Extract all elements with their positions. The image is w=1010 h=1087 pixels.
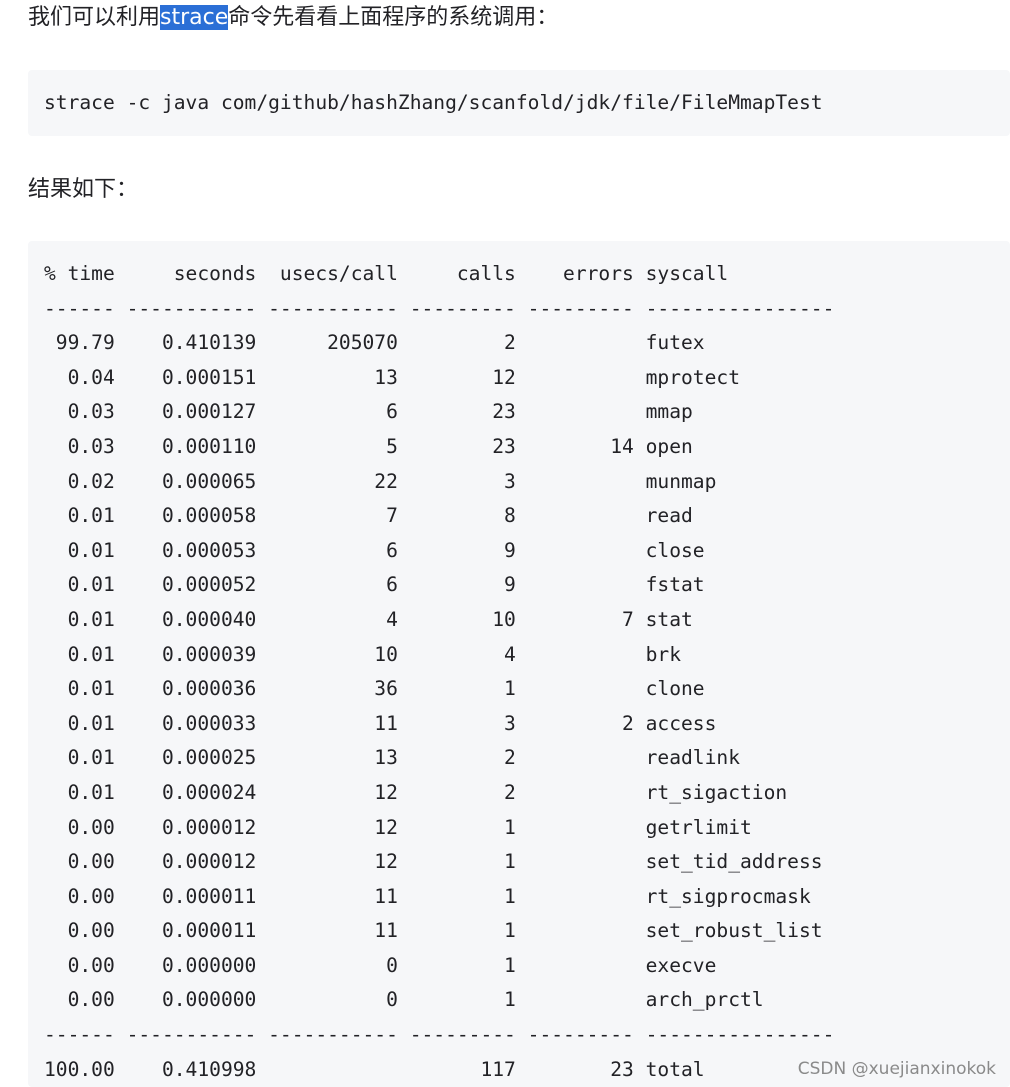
table-row: 0.01 0.000040 4 10 7 stat [44,607,693,631]
table-row: 0.01 0.000025 13 2 readlink [44,746,740,770]
table-row: 0.01 0.000058 7 8 read [44,504,693,528]
strace-output-table[interactable]: % time seconds usecs/call calls errors s… [44,257,834,1087]
strace-output-code-block[interactable]: % time seconds usecs/call calls errors s… [28,241,1010,1087]
table-separator: ------ ----------- ----------- ---------… [44,1023,835,1047]
intro-text-after: 命令先看看上面程序的系统调用： [228,5,559,30]
table-row: 0.00 0.000011 11 1 rt_sigprocmask [44,884,811,908]
table-row: 0.00 0.000012 12 1 set_tid_address [44,850,823,874]
table-row: 0.01 0.000024 12 2 rt_sigaction [44,780,788,804]
table-row: 0.01 0.000036 36 1 clone [44,677,705,701]
table-row: 0.03 0.000110 5 23 14 open [44,434,693,458]
intro-text-before: 我们可以利用 [28,5,161,30]
command-line[interactable]: strace -c java com/github/hashZhang/scan… [44,88,823,118]
table-total-row: 100.00 0.410998 117 23 total [44,1057,705,1081]
table-row: 0.01 0.000052 6 9 fstat [44,573,705,597]
table-row: 0.01 0.000039 10 4 brk [44,642,682,666]
table-row: 0.00 0.000012 12 1 getrlimit [44,815,752,839]
table-row: 0.01 0.000053 6 9 close [44,538,705,562]
intro-paragraph: 我们可以利用strace命令先看看上面程序的系统调用： [28,3,558,33]
result-label: 结果如下： [28,177,139,202]
table-row: 99.79 0.410139 205070 2 futex [44,331,705,355]
command-code-block[interactable]: strace -c java com/github/hashZhang/scan… [28,70,1010,136]
table-row: 0.01 0.000033 11 3 2 access [44,711,717,735]
table-row: 0.00 0.000000 0 1 execve [44,953,717,977]
table-row: 0.02 0.000065 22 3 munmap [44,469,717,493]
table-row: 0.00 0.000000 0 1 arch_prctl [44,988,764,1012]
csdn-watermark: CSDN @xuejianxinokok [797,1059,996,1079]
table-row: 0.03 0.000127 6 23 mmap [44,400,693,424]
table-header-row: % time seconds usecs/call calls errors s… [44,262,729,285]
table-row: 0.00 0.000011 11 1 set_robust_list [44,919,823,943]
selected-text-highlight[interactable]: strace [160,5,229,30]
table-row: 0.04 0.000151 13 12 mprotect [44,365,740,389]
table-separator: ------ ----------- ----------- ---------… [44,296,835,320]
